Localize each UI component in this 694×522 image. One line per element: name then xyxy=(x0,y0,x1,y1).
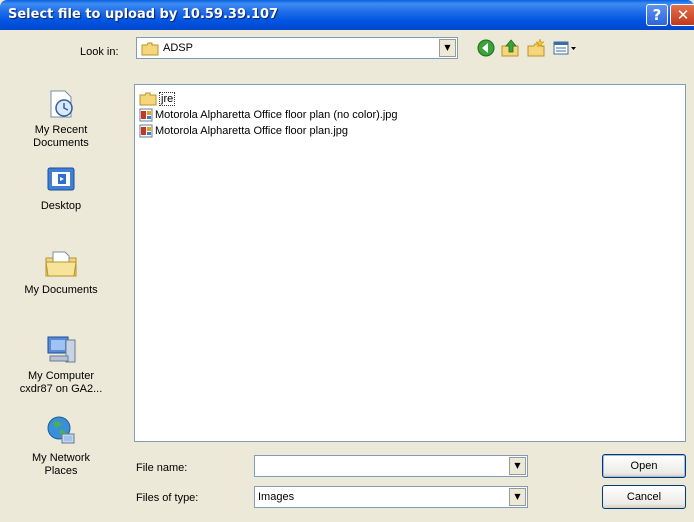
chevron-down-icon[interactable]: ▼ xyxy=(509,488,526,506)
cancel-button[interactable]: Cancel xyxy=(602,485,686,509)
file-name-input[interactable]: ▼ xyxy=(254,455,528,477)
title-bar[interactable]: Select file to upload by 10.59.39.107 ? … xyxy=(0,0,694,30)
view-menu-icon[interactable] xyxy=(552,38,578,58)
places-bar: My Recent Documents Desktop My Documents… xyxy=(0,72,130,502)
file-type-label: Files of type: xyxy=(136,492,199,504)
place-my-computer[interactable]: My Computer cxdr87 on GA2... xyxy=(0,334,122,396)
image-file-icon xyxy=(139,124,153,138)
place-desktop[interactable]: Desktop xyxy=(0,164,122,213)
place-label: My Network Places xyxy=(31,452,91,477)
folder-icon xyxy=(139,92,157,106)
file-name-label: File name: xyxy=(136,462,188,474)
file-type-value: Images xyxy=(258,491,295,503)
file-name: jre xyxy=(159,92,176,106)
file-name: Motorola Alpharetta Office floor plan (n… xyxy=(155,109,398,121)
close-button[interactable]: ✕ xyxy=(670,4,694,26)
place-my-recent-documents[interactable]: My Recent Documents xyxy=(0,88,122,150)
new-folder-icon[interactable] xyxy=(526,38,546,58)
open-button[interactable]: Open xyxy=(602,454,686,478)
place-label: My Computer cxdr87 on GA2... xyxy=(19,370,103,395)
list-item-folder[interactable]: jre xyxy=(139,91,176,107)
file-name: Motorola Alpharetta Office floor plan.jp… xyxy=(155,125,349,137)
place-label: Desktop xyxy=(40,200,82,212)
chevron-down-icon[interactable]: ▼ xyxy=(509,457,526,475)
folder-icon xyxy=(141,42,159,56)
clock-document-icon xyxy=(50,90,73,118)
help-button[interactable]: ? xyxy=(646,4,668,26)
place-label: My Recent Documents xyxy=(33,124,89,149)
back-icon[interactable] xyxy=(476,38,496,58)
look-in-dropdown[interactable]: ADSP ▼ xyxy=(136,37,458,59)
look-in-label: Look in: xyxy=(80,46,119,58)
network-globe-icon xyxy=(47,416,75,444)
file-list[interactable]: jre Motorola Alpharetta Office floor pla… xyxy=(134,84,686,442)
list-item-file[interactable]: Motorola Alpharetta Office floor plan (n… xyxy=(139,107,398,123)
window-title: Select file to upload by 10.59.39.107 xyxy=(8,7,279,22)
look-in-value: ADSP xyxy=(163,42,193,54)
place-my-network-places[interactable]: My Network Places xyxy=(0,414,122,478)
place-label: My Documents xyxy=(24,284,98,296)
desktop-icon xyxy=(47,167,75,191)
image-file-icon xyxy=(139,108,153,122)
place-my-documents[interactable]: My Documents xyxy=(0,248,122,297)
my-documents-folder-icon xyxy=(45,251,77,277)
up-folder-icon[interactable] xyxy=(500,38,520,58)
file-type-select[interactable]: Images ▼ xyxy=(254,486,528,508)
list-item-file[interactable]: Motorola Alpharetta Office floor plan.jp… xyxy=(139,123,348,139)
computer-icon xyxy=(47,336,76,363)
chevron-down-icon[interactable]: ▼ xyxy=(439,39,456,57)
